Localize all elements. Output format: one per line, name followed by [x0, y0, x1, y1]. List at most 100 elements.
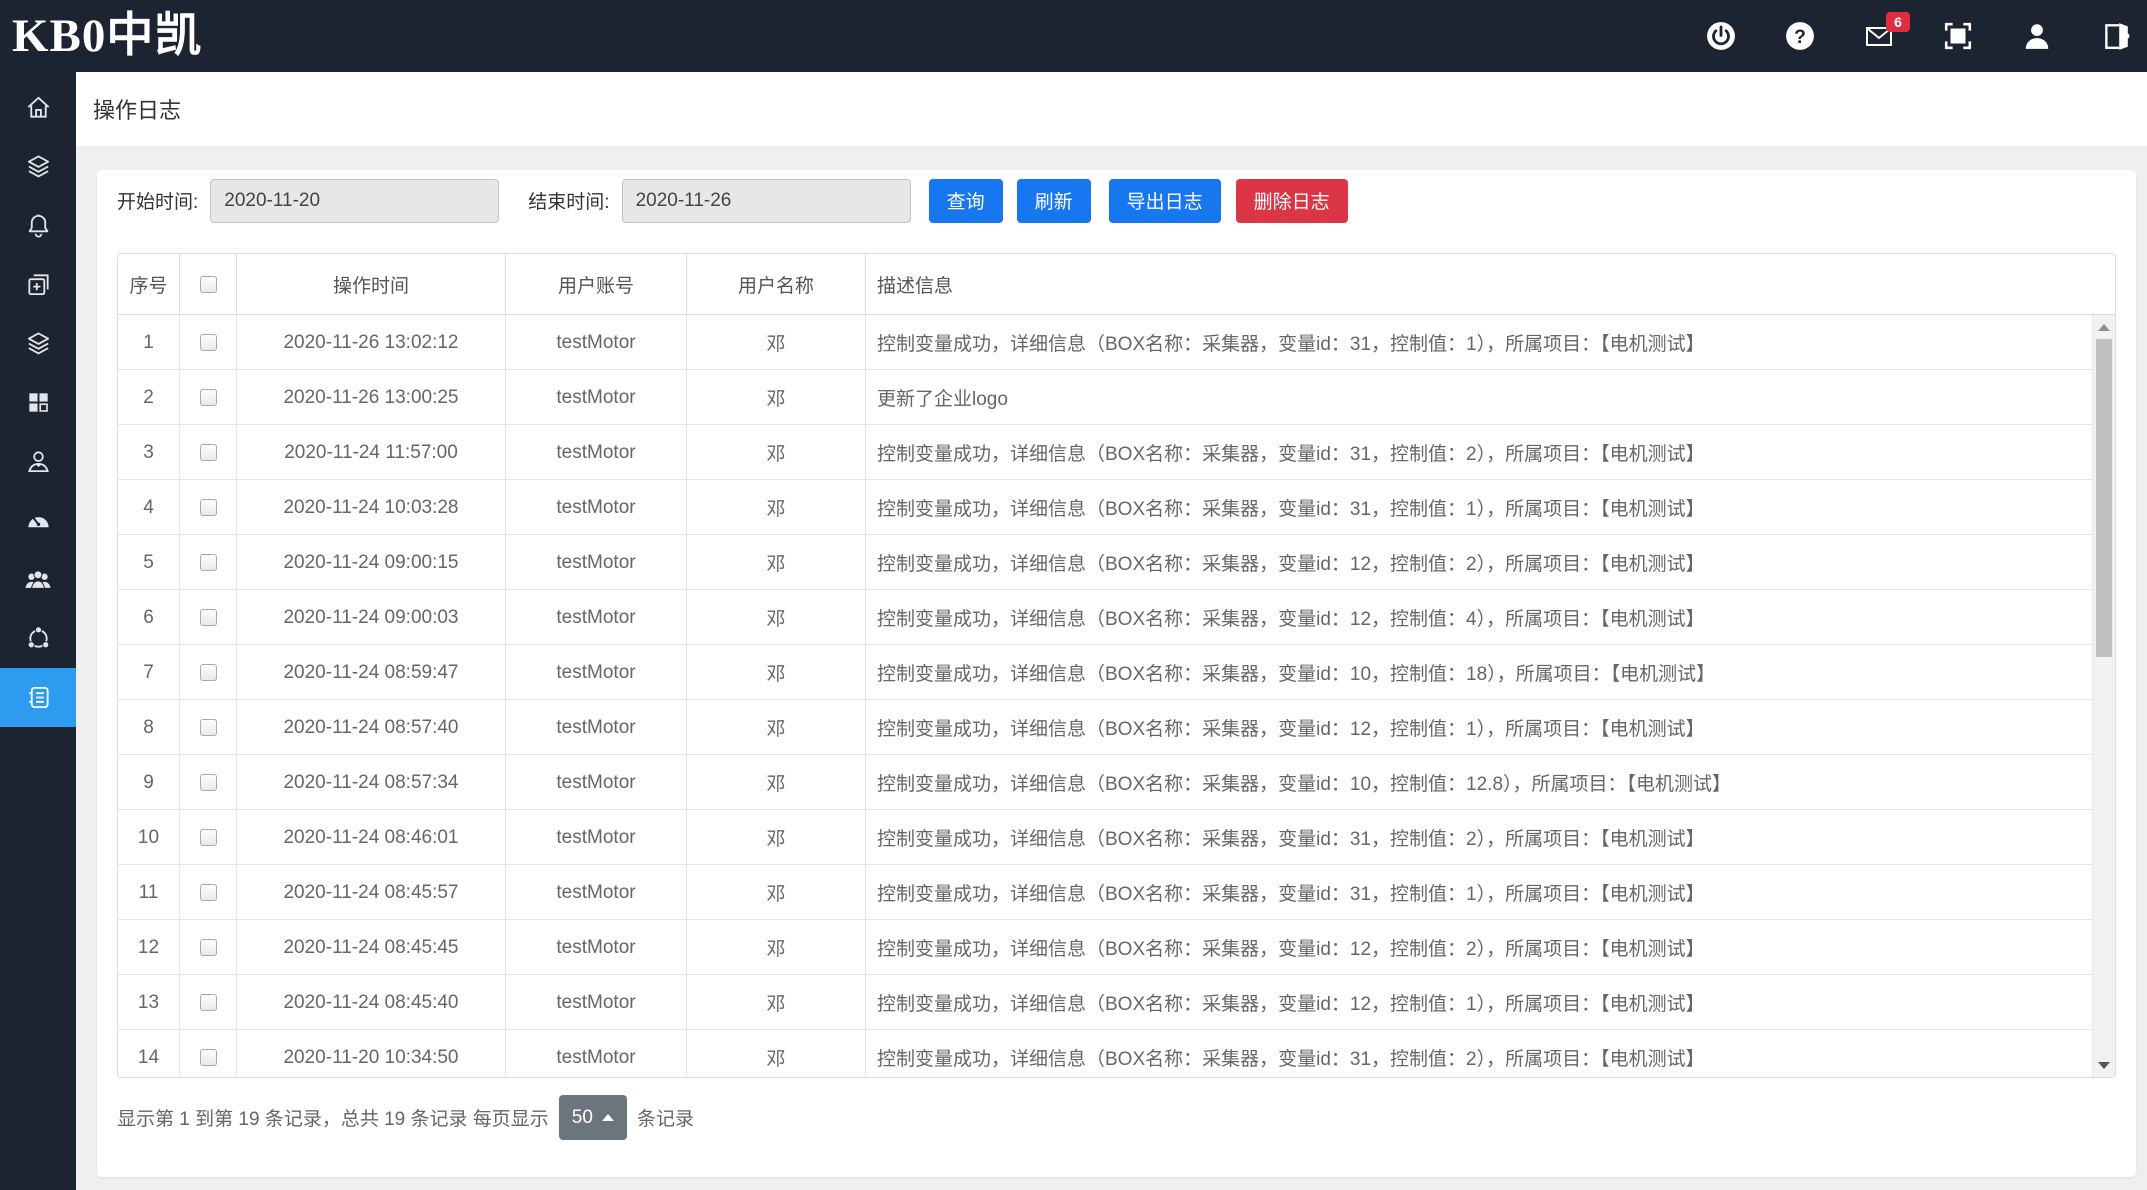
- sidebar-item-layers[interactable]: [0, 137, 76, 196]
- row-time-cell: 2020-11-24 10:03:28: [237, 480, 506, 535]
- sidebar-item-account[interactable]: [0, 432, 76, 491]
- scrollbar-thumb[interactable]: [2096, 339, 2112, 657]
- row-account-cell: testMotor: [506, 480, 687, 535]
- scrollbar-down-icon[interactable]: [2093, 1057, 2115, 1073]
- row-account-cell: testMotor: [506, 590, 687, 645]
- sidebar-item-add-box[interactable]: [0, 255, 76, 314]
- table-row: 12 2020-11-24 08:45:45 testMotor 邓 控制变量成…: [118, 920, 2092, 975]
- table-row: 6 2020-11-24 09:00:03 testMotor 邓 控制变量成功…: [118, 590, 2092, 645]
- row-name-cell: 邓: [687, 425, 866, 480]
- sidebar-item-team[interactable]: [0, 550, 76, 609]
- table-row: 8 2020-11-24 08:57:40 testMotor 邓 控制变量成功…: [118, 700, 2092, 755]
- add-box-icon: [25, 271, 52, 298]
- mail-icon[interactable]: 6: [1864, 21, 1894, 51]
- row-desc-cell: 控制变量成功，详细信息（BOX名称：采集器，变量id：31，控制值：1），所属项…: [866, 865, 2092, 920]
- user-icon[interactable]: [2022, 21, 2052, 51]
- row-account-cell: testMotor: [506, 920, 687, 975]
- table-row: 3 2020-11-24 11:57:00 testMotor 邓 控制变量成功…: [118, 425, 2092, 480]
- row-index-cell: 2: [118, 370, 180, 425]
- row-index-cell: 13: [118, 975, 180, 1030]
- row-time-cell: 2020-11-24 11:57:00: [237, 425, 506, 480]
- row-checkbox[interactable]: [200, 884, 217, 901]
- row-name-cell: 邓: [687, 535, 866, 590]
- table-row: 11 2020-11-24 08:45:57 testMotor 邓 控制变量成…: [118, 865, 2092, 920]
- row-name-cell: 邓: [687, 810, 866, 865]
- row-checkbox[interactable]: [200, 664, 217, 681]
- row-account-cell: testMotor: [506, 810, 687, 865]
- sidebar-item-home[interactable]: [0, 78, 76, 137]
- logout-icon[interactable]: [2101, 21, 2131, 51]
- sidebar-item-dashboard[interactable]: [0, 491, 76, 550]
- row-index-cell: 8: [118, 700, 180, 755]
- caret-up-icon: [602, 1114, 614, 1121]
- row-name-cell: 邓: [687, 370, 866, 425]
- refresh-button[interactable]: 刷新: [1017, 179, 1091, 223]
- row-account-cell: testMotor: [506, 755, 687, 810]
- col-header-name: 用户名称: [687, 254, 866, 315]
- row-time-cell: 2020-11-26 13:02:12: [237, 315, 506, 370]
- row-checkbox[interactable]: [200, 994, 217, 1011]
- start-time-label: 开始时间:: [117, 187, 198, 214]
- power-icon[interactable]: [1706, 21, 1736, 51]
- row-name-cell: 邓: [687, 315, 866, 370]
- sidebar-item-grid[interactable]: [0, 373, 76, 432]
- end-date-input[interactable]: [622, 179, 911, 223]
- export-log-button[interactable]: 导出日志: [1109, 179, 1221, 223]
- row-checkbox[interactable]: [200, 389, 217, 406]
- sidebar-item-network[interactable]: [0, 609, 76, 668]
- table-scrollbar[interactable]: [2092, 315, 2115, 1077]
- row-account-cell: testMotor: [506, 865, 687, 920]
- row-account-cell: testMotor: [506, 975, 687, 1030]
- page-title: 操作日志: [93, 93, 181, 125]
- stack-icon: [25, 330, 52, 357]
- row-index-cell: 5: [118, 535, 180, 590]
- delete-log-button[interactable]: 删除日志: [1236, 179, 1348, 223]
- log-icon: [25, 684, 52, 711]
- row-index-cell: 4: [118, 480, 180, 535]
- row-desc-cell: 控制变量成功，详细信息（BOX名称：采集器，变量id：12，控制值：4），所属项…: [866, 590, 2092, 645]
- row-checkbox[interactable]: [200, 444, 217, 461]
- scrollbar-up-icon[interactable]: [2093, 319, 2115, 335]
- start-date-input[interactable]: [210, 179, 499, 223]
- query-button[interactable]: 查询: [929, 179, 1003, 223]
- sidebar: [0, 72, 76, 1190]
- col-header-time: 操作时间: [237, 254, 506, 315]
- help-icon[interactable]: ?: [1785, 21, 1815, 51]
- row-name-cell: 邓: [687, 920, 866, 975]
- row-checkbox[interactable]: [200, 499, 217, 516]
- sidebar-item-stack[interactable]: [0, 314, 76, 373]
- select-all-checkbox[interactable]: [200, 276, 217, 293]
- sidebar-item-alarm[interactable]: [0, 196, 76, 255]
- row-time-cell: 2020-11-24 08:45:45: [237, 920, 506, 975]
- row-checkbox[interactable]: [200, 939, 217, 956]
- row-account-cell: testMotor: [506, 535, 687, 590]
- row-checkbox[interactable]: [200, 719, 217, 736]
- fullscreen-icon[interactable]: [1943, 21, 1973, 51]
- bell-icon: [25, 212, 52, 239]
- row-desc-cell: 控制变量成功，详细信息（BOX名称：采集器，变量id：10，控制值：18），所属…: [866, 645, 2092, 700]
- row-checkbox[interactable]: [200, 829, 217, 846]
- app-header: KB0中凯 ? 6: [0, 0, 2147, 72]
- row-account-cell: testMotor: [506, 425, 687, 480]
- gauge-icon: [25, 507, 52, 534]
- row-checkbox[interactable]: [200, 334, 217, 351]
- table-row: 1 2020-11-26 13:02:12 testMotor 邓 控制变量成功…: [118, 315, 2092, 370]
- row-desc-cell: 控制变量成功，详细信息（BOX名称：采集器，变量id：10，控制值：12.8），…: [866, 755, 2092, 810]
- row-desc-cell: 控制变量成功，详细信息（BOX名称：采集器，变量id：31，控制值：1），所属项…: [866, 315, 2092, 370]
- row-checkbox[interactable]: [200, 609, 217, 626]
- row-time-cell: 2020-11-24 09:00:03: [237, 590, 506, 645]
- content-card: 开始时间: 结束时间: 查询 刷新 导出日志 删除日志 序号 操作时间 用户账号…: [97, 170, 2136, 1177]
- col-header-index: 序号: [118, 254, 180, 315]
- table-row: 10 2020-11-24 08:46:01 testMotor 邓 控制变量成…: [118, 810, 2092, 865]
- row-name-cell: 邓: [687, 865, 866, 920]
- row-checkbox[interactable]: [200, 774, 217, 791]
- table-header: 序号 操作时间 用户账号 用户名称 描述信息: [118, 254, 2115, 315]
- row-time-cell: 2020-11-26 13:00:25: [237, 370, 506, 425]
- row-checkbox[interactable]: [200, 554, 217, 571]
- sidebar-item-operation-log[interactable]: [0, 668, 76, 727]
- row-time-cell: 2020-11-24 08:57:34: [237, 755, 506, 810]
- row-index-cell: 6: [118, 590, 180, 645]
- row-name-cell: 邓: [687, 975, 866, 1030]
- page-size-select[interactable]: 50: [559, 1095, 627, 1140]
- row-checkbox[interactable]: [200, 1049, 217, 1066]
